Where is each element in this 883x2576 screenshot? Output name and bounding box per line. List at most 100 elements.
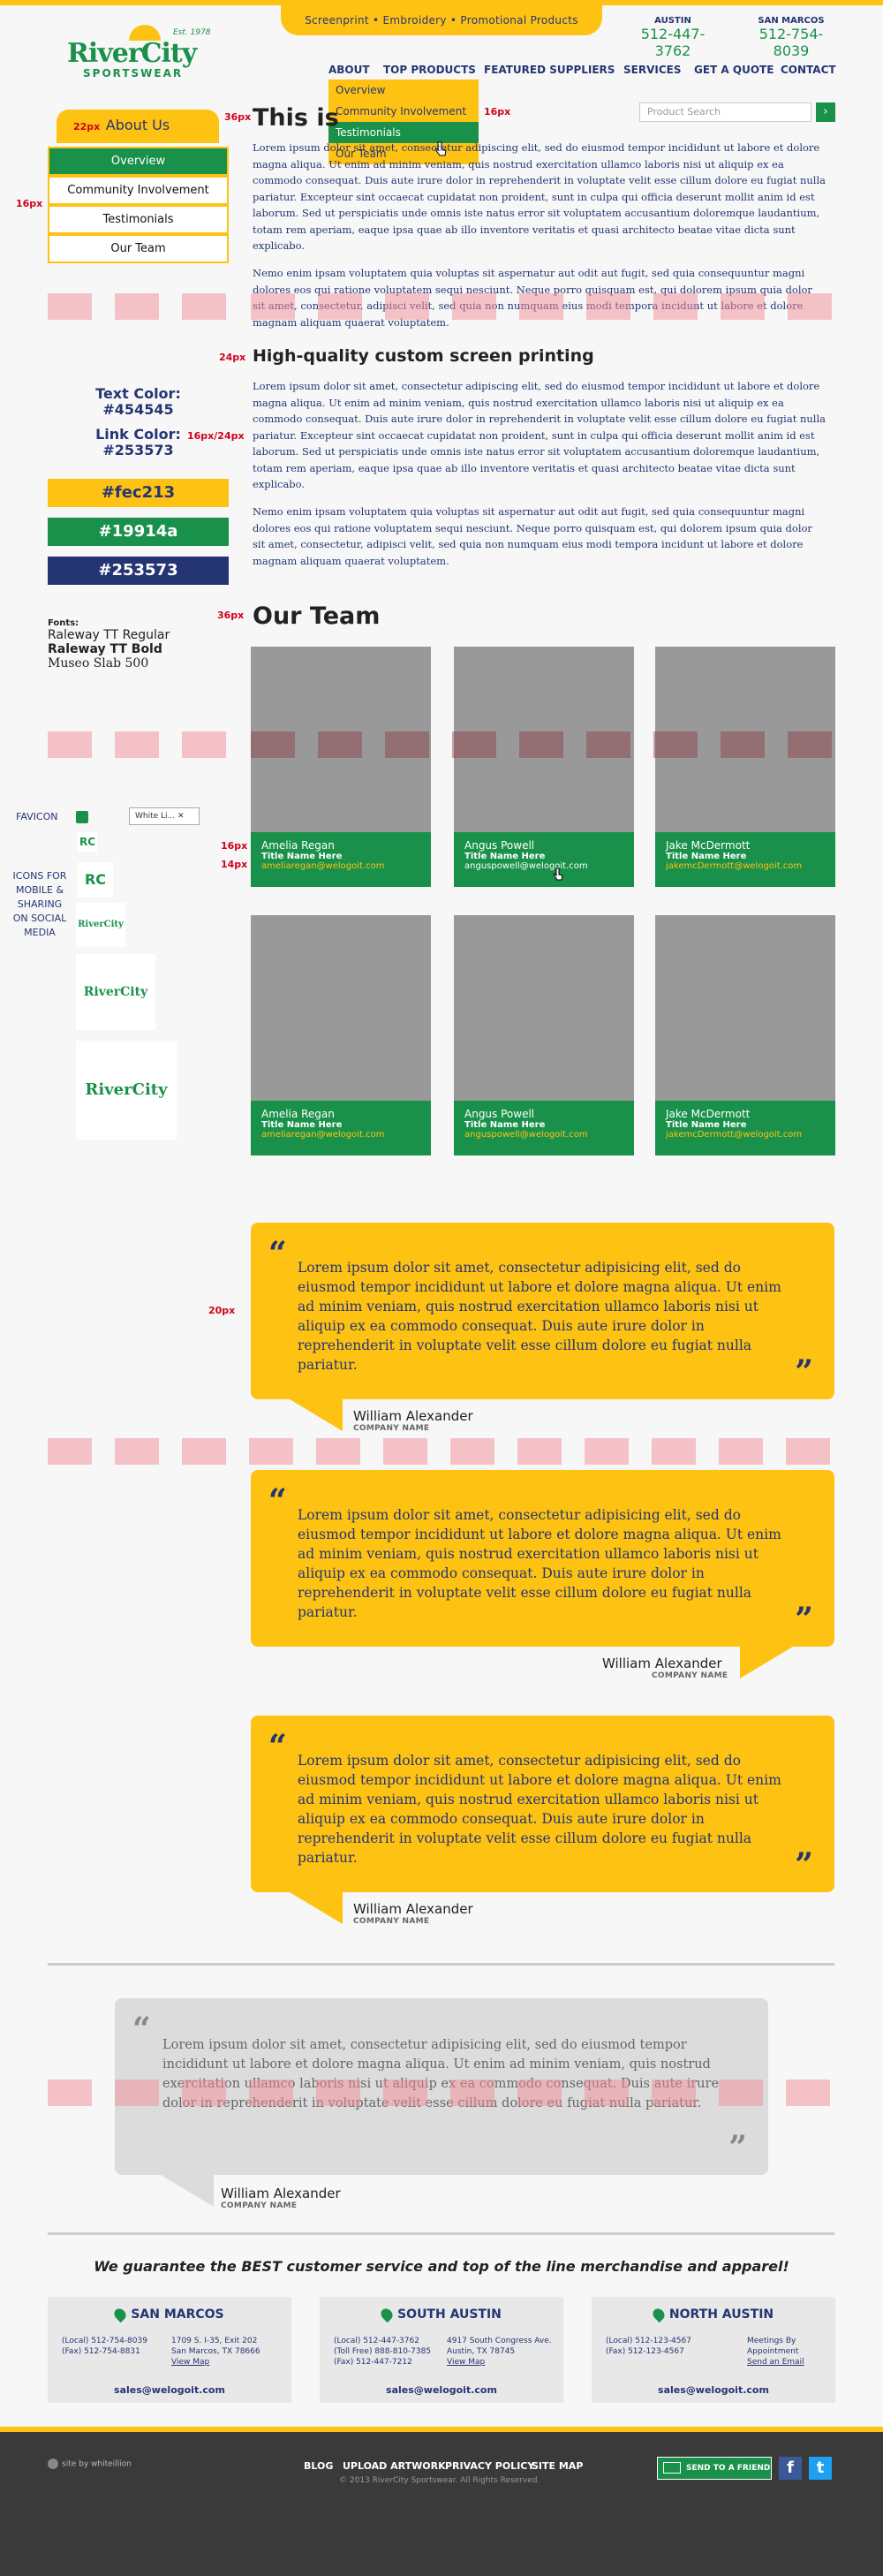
open-quote-icon: “ [132, 2011, 151, 2048]
close-quote-icon: ” [795, 1846, 813, 1883]
nav-featured-suppliers[interactable]: FEATURED SUPPLIERS [484, 64, 615, 81]
app-icon-large: RiverCity [76, 903, 125, 947]
map-pin-icon [650, 2306, 668, 2323]
dropdown-overview[interactable]: Overview [328, 80, 479, 101]
app-icon-xlarge: RiverCity [76, 954, 155, 1030]
copyright: © 2013 RiverCity Sportswear. All Rights … [339, 2476, 540, 2485]
open-quote-icon: “ [268, 1482, 287, 1519]
team-card: Jake McDermott Title Name Here jakemcDermo… [655, 915, 835, 1155]
team-card: Angus Powell Title Name Here anguspowell@w… [454, 915, 634, 1155]
logo[interactable]: RiverCity SPORTSWEAR Est. 1978 [67, 21, 217, 80]
austin-phone[interactable]: 512-447-3762 [629, 26, 717, 59]
annotation: 16px [221, 840, 248, 852]
footer-link-privacy[interactable]: PRIVACY POLICY [445, 2460, 534, 2472]
nav-get-a-quote[interactable]: GET A QUOTE [694, 64, 774, 81]
swatch-yellow: #fec213 [48, 479, 229, 507]
close-quote-icon: ” [795, 1353, 813, 1390]
sidebar-item-testimonials[interactable]: Testimonials [48, 205, 229, 234]
sidebar-item-community[interactable]: Community Involvement [48, 176, 229, 205]
team-heading: Our Team [253, 602, 381, 630]
quote-author: William Alexander [602, 1655, 722, 1671]
team-email[interactable]: anguspowell@welogoit.com [464, 1130, 623, 1140]
spacing-marker [48, 2080, 835, 2106]
favicon-label: FAVICON [16, 811, 58, 822]
testimonial-quote: “ Lorem ipsum dolor sit amet, consectetu… [251, 1223, 834, 1399]
send-to-friend-button[interactable]: SEND TO A FRIEND [657, 2457, 772, 2480]
icons-label: ICONS FOR MOBILE & SHARING ON SOCIAL MED… [12, 870, 67, 938]
speech-tail [290, 1892, 343, 1924]
quote-author: William Alexander [353, 1901, 473, 1917]
nav-services[interactable]: SERVICES [623, 64, 681, 81]
page-title: This is [253, 104, 339, 132]
city-san-marcos: SAN MARCOS 512-754-8039 [747, 16, 835, 59]
divider [48, 1963, 834, 1966]
san-marcos-phone[interactable]: 512-754-8039 [747, 26, 835, 59]
browser-tab: White Li... ✕ [129, 807, 200, 825]
quote-company: COMPANY NAME [221, 2201, 298, 2210]
annotation: 24px [219, 352, 246, 363]
footer-link-blog[interactable]: BLOG [304, 2460, 333, 2472]
location-card: SAN MARCOS (Local) 512-754-8039 (Fax) 512… [48, 2297, 291, 2403]
annotation: 16px [484, 106, 511, 117]
location-card: SOUTH AUSTIN (Local) 512-447-3762 (Toll F… [320, 2297, 563, 2403]
paragraph: Lorem ipsum dolor sit amet, consectetur … [253, 380, 826, 490]
team-card: Jake McDermott Title Name Here jakemcDermo… [655, 647, 835, 887]
email-link[interactable]: sales@welogoit.com [48, 2384, 291, 2396]
footer-link-upload[interactable]: UPLOAD ARTWORK [343, 2460, 446, 2472]
footer: site by whiteillion BLOG UPLOAD ARTWORK … [0, 2427, 883, 2576]
dropdown-community[interactable]: Community Involvement [328, 101, 479, 122]
team-email[interactable]: ameliaregan@welogoit.com [261, 1130, 420, 1140]
sidebar-item-our-team[interactable]: Our Team [48, 234, 229, 263]
nav-top-products[interactable]: TOP PRODUCTS [383, 64, 476, 81]
team-email[interactable]: jakemcDermott@welogoit.com [666, 1130, 825, 1140]
paragraph: Lorem ipsum dolor sit amet, consectetur … [253, 141, 826, 252]
cursor-hand-icon [553, 868, 563, 881]
nav-about[interactable]: ABOUT [328, 64, 370, 81]
testimonial-quote: “ Lorem ipsum dolor sit amet, consectetu… [251, 1470, 834, 1647]
link-color-value: #253573 [102, 442, 174, 458]
annotation: 20px [208, 1305, 236, 1316]
app-icon-small: RC [78, 832, 97, 852]
facebook-icon[interactable]: f [779, 2457, 802, 2480]
search-button[interactable]: › [816, 102, 835, 122]
spacing-marker [115, 731, 159, 758]
link-color-label: Link Color: [95, 426, 181, 443]
team-email[interactable]: anguspowell@welogoit.com [464, 861, 623, 871]
team-email[interactable]: ameliaregan@welogoit.com [261, 861, 420, 871]
credit-logo-icon [48, 2459, 58, 2469]
swatch-blue: #253573 [48, 557, 229, 585]
guarantee-text: We guarantee the BEST customer service a… [94, 2258, 789, 2275]
close-quote-icon: ” [728, 2129, 747, 2166]
spacing-marker [48, 1438, 835, 1465]
favicon-icon [76, 811, 88, 823]
spacing-marker [115, 293, 159, 320]
twitter-icon[interactable]: t [809, 2457, 832, 2480]
quote-company: COMPANY NAME [353, 1424, 430, 1433]
nav-contact[interactable]: CONTACT [781, 64, 836, 81]
map-pin-icon [378, 2306, 396, 2323]
team-photo [454, 915, 634, 1101]
footer-link-sitemap[interactable]: SITE MAP [532, 2460, 583, 2472]
open-quote-icon: “ [268, 1235, 287, 1272]
envelope-icon [663, 2462, 681, 2474]
team-photo [655, 915, 835, 1101]
view-map-link[interactable]: View Map [447, 2357, 552, 2368]
search-input[interactable]: Product Search [639, 102, 811, 122]
open-quote-icon: “ [268, 1728, 287, 1765]
app-icon-medium: RC [78, 862, 113, 898]
spacing-marker [251, 293, 835, 320]
spacing-marker [251, 731, 835, 758]
site-credit[interactable]: site by whiteillion [48, 2459, 132, 2469]
send-email-link[interactable]: Send an Email [747, 2357, 804, 2368]
paragraph: Nemo enim ipsam voluptatem quia voluptas… [253, 505, 812, 567]
email-link[interactable]: sales@welogoit.com [592, 2384, 835, 2396]
email-link[interactable]: sales@welogoit.com [320, 2384, 563, 2396]
spacing-marker [48, 731, 92, 758]
spacing-marker [182, 731, 226, 758]
close-icon: ✕ [177, 812, 185, 821]
annotation: 22px [73, 121, 101, 133]
location-card: NORTH AUSTIN (Local) 512-123-4567 (Fax) 5… [592, 2297, 835, 2403]
view-map-link[interactable]: View Map [171, 2357, 260, 2368]
team-email[interactable]: jakemcDermott@welogoit.com [666, 861, 825, 871]
sidebar-item-overview[interactable]: Overview [48, 147, 229, 176]
